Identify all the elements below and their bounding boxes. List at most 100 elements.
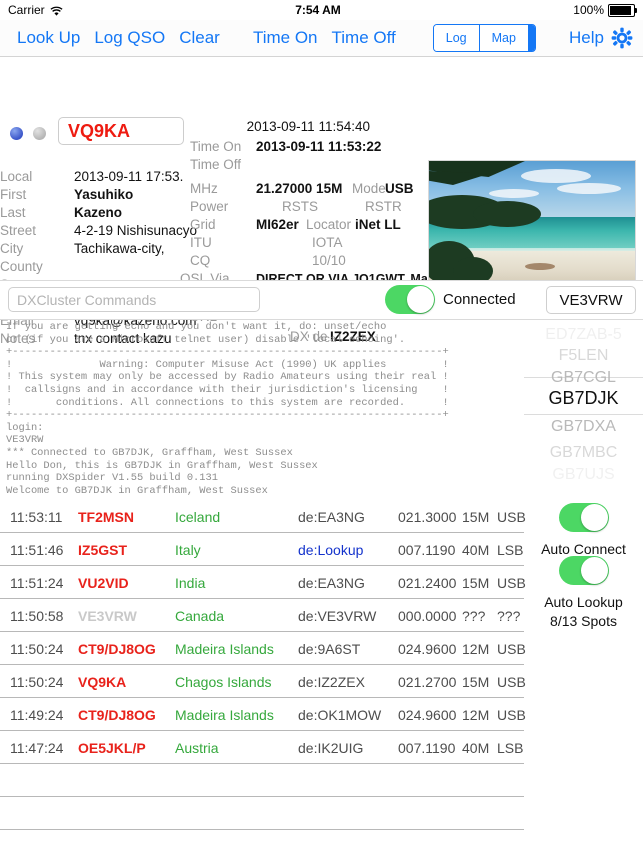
node-callsign-button[interactable]: VE3VRW — [546, 286, 636, 314]
status-dot-gray[interactable] — [33, 127, 46, 140]
spot-band: 15M — [462, 674, 490, 690]
spot-mode: USB — [497, 707, 526, 723]
spot-callsign[interactable]: TF2MSN — [78, 509, 134, 525]
spot-frequency: 007.1190 — [398, 740, 456, 756]
field-value-locator[interactable]: iNet LL — [355, 217, 401, 232]
spot-time: 11:50:58 — [10, 608, 64, 624]
clear-button[interactable]: Clear — [172, 28, 227, 48]
field-label-cq: CQ — [190, 253, 211, 268]
spot-country: Canada — [175, 608, 225, 624]
spot-mode: USB — [497, 509, 526, 525]
status-bar-clock: 7:54 AM — [295, 3, 341, 17]
time-off-button[interactable]: Time Off — [325, 28, 403, 48]
field-value-time-on[interactable]: 2013-09-11 11:53:22 — [256, 139, 381, 154]
spot-callsign[interactable]: CT9/DJ8OG — [78, 707, 156, 723]
spot-spotter[interactable]: de:VE3VRW — [298, 608, 376, 624]
log-qso-button[interactable]: Log QSO — [87, 28, 172, 48]
picker-item-f5len[interactable]: F5LEN — [524, 347, 643, 365]
table-row[interactable]: 11:50:24 CT9/DJ8OG Madeira Islands de:9A… — [0, 632, 526, 665]
field-value-mhz[interactable]: 21.27000 15M — [256, 181, 342, 196]
picker-item-gb7cgl[interactable]: GB7CGL — [524, 369, 643, 387]
spot-spotter[interactable]: de:EA3NG — [298, 575, 365, 591]
spot-spotter[interactable]: de:IK2UIG — [298, 740, 363, 756]
picker-item-gb7dxa[interactable]: GB7DXA — [524, 418, 643, 436]
carrier-label: Carrier — [8, 3, 45, 17]
spot-country: India — [175, 575, 206, 591]
spot-time: 11:53:11 — [10, 509, 63, 525]
view-segmented-control[interactable]: Log Map Cluster — [432, 24, 537, 52]
status-bar-right: 100% — [573, 3, 637, 17]
time-on-button[interactable]: Time On — [246, 28, 325, 48]
spot-callsign[interactable]: VQ9KA — [78, 674, 126, 690]
main-toolbar: Look Up Log QSO Clear Time On Time Off L… — [0, 20, 643, 57]
spot-callsign[interactable]: IZ5GST — [78, 542, 127, 558]
auto-lookup-toggle[interactable] — [558, 556, 609, 585]
connected-toggle[interactable] — [385, 285, 435, 314]
spot-callsign[interactable]: VU2VID — [78, 575, 129, 591]
dxcluster-command-input[interactable]: DXCluster Commands — [8, 287, 260, 312]
spot-spotter[interactable]: de:EA3NG — [298, 509, 365, 525]
app-root: Carrier 7:54 AM 100% Look Up Log QSO Cle… — [0, 0, 643, 857]
spot-frequency: 021.2400 — [398, 575, 457, 591]
status-dot-blue[interactable] — [10, 127, 23, 140]
spot-band: 40M — [462, 542, 490, 558]
field-value-street[interactable]: 4-2-19 Nishisunacyo — [74, 223, 197, 238]
table-row[interactable]: 11:50:24 VQ9KA Chagos Islands de:IZ2ZEX … — [0, 665, 526, 698]
callsign-input[interactable]: VQ9KA — [58, 117, 184, 145]
field-label-locator: Locator — [306, 217, 352, 232]
qso-datetime: 2013-09-11 11:54:40 — [246, 119, 370, 134]
spot-spotter[interactable]: de:9A6ST — [298, 641, 360, 657]
table-row-empty[interactable] — [0, 797, 524, 830]
look-up-button[interactable]: Look Up — [10, 28, 87, 48]
photo-cloud — [557, 183, 621, 194]
auto-connect-toggle[interactable] — [558, 503, 609, 532]
spot-callsign[interactable]: CT9/DJ8OG — [78, 641, 156, 657]
field-value-grid[interactable]: MI62er — [256, 217, 299, 232]
tab-map[interactable]: Map — [479, 25, 529, 51]
field-value-city[interactable]: Tachikawa-city, — [74, 241, 165, 256]
spot-band: 15M — [462, 575, 490, 591]
contact-photo[interactable] — [428, 160, 636, 284]
log-form: VQ9KA Local 2013-09-11 17:53. First Yasu… — [0, 57, 643, 346]
field-value-first[interactable]: Yasuhiko — [74, 187, 133, 202]
spot-callsign[interactable]: VE3VRW — [78, 608, 137, 624]
field-label-itu: ITU — [190, 235, 212, 250]
spot-callsign[interactable]: OE5JKL/P — [78, 740, 146, 756]
field-label-city: City — [0, 241, 24, 256]
picker-item-ed7zab[interactable]: ED7ZAB-5 — [524, 326, 643, 344]
table-row-empty[interactable] — [0, 764, 524, 797]
spot-country: Madeira Islands — [175, 707, 274, 723]
field-value-mode[interactable]: USB — [385, 181, 414, 196]
field-value-last[interactable]: Kazeno — [74, 205, 122, 220]
photo-cloud — [489, 189, 539, 198]
picker-item-gb7mbc[interactable]: GB7MBC — [524, 444, 643, 462]
cluster-console-output[interactable]: If you are getting echo and you don't wa… — [6, 321, 518, 497]
table-row[interactable]: 11:53:11 TF2MSN Iceland de:EA3NG 021.300… — [0, 500, 526, 533]
photo-cloud — [521, 169, 591, 183]
picker-item-gb7ujs[interactable]: GB7UJS — [524, 466, 643, 484]
tab-log[interactable]: Log — [433, 25, 480, 51]
node-picker[interactable]: ED7ZAB-5 F5LEN GB7CGL GB7DJK GB7DXA GB7M… — [524, 321, 643, 497]
table-row[interactable]: 11:49:24 CT9/DJ8OG Madeira Islands de:OK… — [0, 698, 526, 731]
help-button[interactable]: Help — [562, 28, 611, 48]
table-row[interactable]: 11:50:58 VE3VRW Canada de:VE3VRW 000.000… — [0, 599, 524, 632]
photo-treeline — [473, 201, 541, 227]
table-row[interactable]: 11:51:24 VU2VID India de:EA3NG 021.2400 … — [0, 566, 526, 599]
picker-item-gb7djk[interactable]: GB7DJK — [524, 388, 643, 409]
table-row-empty[interactable] — [0, 830, 524, 857]
field-label-power: Power — [190, 199, 229, 214]
table-row[interactable]: 11:51:46 IZ5GST Italy de:Lookup 007.1190… — [0, 533, 524, 566]
spot-frequency: 024.9600 — [398, 641, 457, 657]
auto-lookup-control: Auto Lookup — [524, 556, 643, 610]
field-label-street: Street — [0, 223, 37, 238]
photo-driftwood — [525, 263, 555, 270]
spot-spotter[interactable]: de:IZ2ZEX — [298, 674, 365, 690]
table-row[interactable]: 11:47:24 OE5JKL/P Austria de:IK2UIG 007.… — [0, 731, 524, 764]
spot-spotter[interactable]: de:OK1MOW — [298, 707, 381, 723]
tab-cluster[interactable]: Cluster — [528, 25, 536, 51]
gear-icon[interactable] — [611, 27, 633, 49]
field-value-cq[interactable]: 10/10 — [312, 253, 346, 268]
spot-spotter[interactable]: de:Lookup — [298, 542, 363, 558]
spot-country: Italy — [175, 542, 201, 558]
spot-time: 11:51:46 — [10, 542, 64, 558]
